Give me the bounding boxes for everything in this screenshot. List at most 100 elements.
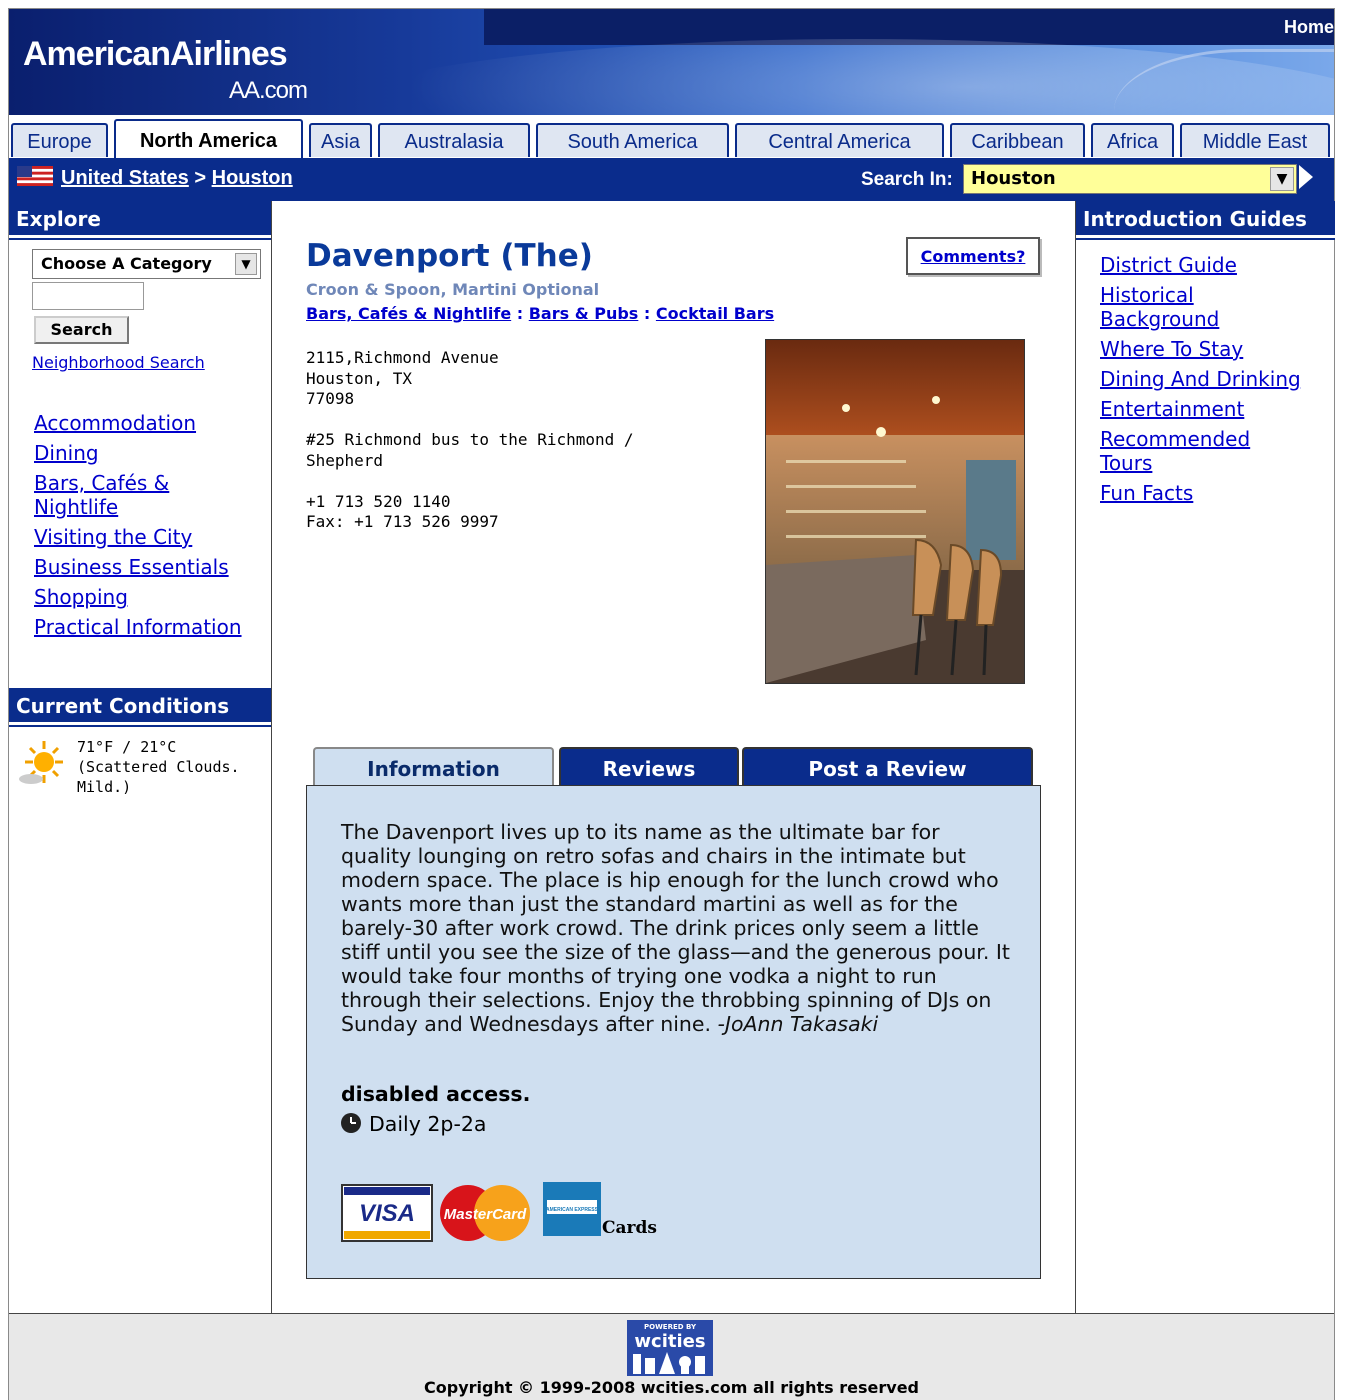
category-link-bars-pubs[interactable]: Bars & Pubs bbox=[529, 304, 639, 323]
breadcrumb-bar: United States > Houston Search In: Houst… bbox=[9, 158, 1334, 201]
transport-line: #25 Richmond bus to the Richmond / bbox=[306, 430, 634, 449]
explore-link-dining[interactable]: Dining bbox=[34, 441, 269, 465]
opening-hours: Daily 2p-2a bbox=[341, 1112, 486, 1136]
amex-card-icon: AMERICAN EXPRESS bbox=[543, 1182, 601, 1236]
weather-text: 71°F / 21°C (Scattered Clouds. Mild.) bbox=[77, 737, 240, 797]
american-airlines-logo[interactable]: AmericanAirlines bbox=[23, 35, 288, 74]
tab-north-america[interactable]: North America bbox=[114, 119, 303, 158]
visa-card-icon: VISA bbox=[341, 1184, 433, 1242]
visa-text: VISA bbox=[359, 1200, 415, 1227]
copyright-text: Copyright © 1999-2008 wcities.com all ri… bbox=[424, 1378, 919, 1397]
powered-by-text: POWERED BY bbox=[644, 1323, 697, 1331]
explore-link-shopping[interactable]: Shopping bbox=[34, 585, 269, 609]
chevron-down-icon[interactable]: ▼ bbox=[235, 253, 257, 275]
tab-africa[interactable]: Africa bbox=[1091, 123, 1174, 157]
disabled-access-note: disabled access. bbox=[341, 1082, 531, 1106]
footer: POWERED BY wcities Copyright © 1999-2008… bbox=[9, 1313, 1334, 1400]
wcities-logo[interactable]: POWERED BY wcities bbox=[627, 1320, 713, 1376]
description-text: The Davenport lives up to its name as th… bbox=[341, 820, 1010, 1036]
tab-south-america[interactable]: South America bbox=[536, 123, 729, 157]
site-header: AmericanAirlines AA.com Home bbox=[9, 9, 1334, 115]
venue-description: The Davenport lives up to its name as th… bbox=[341, 820, 1016, 1036]
venue-title: Davenport (The) bbox=[306, 238, 593, 274]
address-line: 77098 bbox=[306, 389, 355, 408]
venue-photo bbox=[765, 339, 1025, 684]
explore-link-practical[interactable]: Practical Information bbox=[34, 615, 269, 639]
information-panel: The Davenport lives up to its name as th… bbox=[306, 785, 1041, 1279]
tab-europe[interactable]: Europe bbox=[11, 123, 108, 157]
breadcrumb-city-link[interactable]: Houston bbox=[212, 167, 293, 189]
cards-label: Cards bbox=[602, 1218, 657, 1238]
mastercard-icon: MasterCard bbox=[440, 1185, 530, 1241]
search-button[interactable]: Search bbox=[34, 316, 129, 344]
breadcrumb-separator: > bbox=[194, 167, 207, 189]
weather-temp: 71°F / 21°C bbox=[77, 738, 177, 756]
wcities-text: wcities bbox=[634, 1331, 705, 1352]
neighborhood-search-link[interactable]: Neighborhood Search bbox=[32, 353, 205, 372]
search-in-value: Houston bbox=[971, 168, 1056, 189]
category-select[interactable]: Choose A Category ▼ bbox=[32, 249, 261, 279]
us-flag-icon bbox=[17, 166, 53, 186]
guide-link-where-to-stay[interactable]: Where To Stay bbox=[1100, 337, 1330, 361]
transport-line: Shepherd bbox=[306, 450, 384, 470]
home-link[interactable]: Home bbox=[1284, 17, 1334, 38]
tab-information[interactable]: Information bbox=[313, 747, 554, 789]
explore-link-bars[interactable]: Bars, Cafés & Nightlife bbox=[34, 471, 194, 519]
guide-link-entertainment[interactable]: Entertainment bbox=[1100, 397, 1330, 421]
guide-link-tours[interactable]: Recommended Tours bbox=[1100, 427, 1270, 475]
address-spacer bbox=[306, 410, 634, 431]
breadcrumb: United States > Houston bbox=[61, 167, 293, 190]
explore-links: Accommodation Dining Bars, Cafés & Night… bbox=[34, 411, 269, 645]
tab-reviews[interactable]: Reviews bbox=[559, 747, 739, 787]
fax-line: Fax: +1 713 526 9997 bbox=[306, 512, 499, 531]
category-select-value: Choose A Category bbox=[41, 254, 212, 273]
guide-link-historical[interactable]: Historical Background bbox=[1100, 283, 1240, 331]
bar-interior-image bbox=[766, 340, 1024, 683]
sun-cloud-icon bbox=[19, 741, 63, 784]
category-search-input[interactable] bbox=[32, 282, 144, 310]
tab-caribbean[interactable]: Caribbean bbox=[950, 123, 1085, 157]
guides-heading: Introduction Guides bbox=[1076, 201, 1335, 238]
left-sidebar: Explore Choose A Category ▼ Search Neigh… bbox=[9, 201, 272, 1313]
explore-link-accommodation[interactable]: Accommodation bbox=[34, 411, 269, 435]
category-separator: : bbox=[516, 304, 524, 323]
phone-line: +1 713 520 1140 bbox=[306, 491, 451, 511]
tab-central-america[interactable]: Central America bbox=[735, 123, 944, 157]
guide-link-district[interactable]: District Guide bbox=[1100, 253, 1330, 277]
go-arrow-icon[interactable] bbox=[1299, 165, 1313, 189]
review-author: -JoAnn Takasaki bbox=[717, 1012, 879, 1036]
aa-com-logo: AA.com bbox=[229, 77, 308, 104]
explore-link-visiting[interactable]: Visiting the City bbox=[34, 525, 269, 549]
hours-text: Daily 2p-2a bbox=[369, 1112, 487, 1136]
region-tabs: Europe North America Asia Australasia So… bbox=[9, 116, 1334, 158]
guide-link-fun-facts[interactable]: Fun Facts bbox=[1100, 481, 1330, 505]
tab-middle-east[interactable]: Middle East bbox=[1180, 123, 1330, 157]
weather-desc-2: Mild.) bbox=[77, 778, 132, 796]
chevron-down-icon[interactable]: ▼ bbox=[1270, 167, 1294, 191]
address-spacer bbox=[306, 471, 634, 492]
clock-icon bbox=[341, 1113, 361, 1133]
right-sidebar: Introduction Guides District Guide Histo… bbox=[1075, 201, 1335, 1313]
conditions-heading: Current Conditions bbox=[9, 688, 271, 725]
tab-australasia[interactable]: Australasia bbox=[378, 123, 530, 157]
guide-links: District Guide Historical Background Whe… bbox=[1100, 253, 1330, 511]
guide-link-dining[interactable]: Dining And Drinking bbox=[1100, 367, 1330, 391]
explore-link-business[interactable]: Business Essentials bbox=[34, 555, 269, 579]
amex-text: AMERICAN EXPRESS bbox=[546, 1207, 599, 1213]
category-link-cocktail-bars[interactable]: Cocktail Bars bbox=[656, 304, 774, 323]
breadcrumb-country-link[interactable]: United States bbox=[61, 167, 189, 189]
address-line: Houston, TX bbox=[306, 368, 412, 388]
category-separator: : bbox=[643, 304, 651, 323]
comments-link[interactable]: Comments? bbox=[921, 247, 1026, 266]
comments-button[interactable]: Comments? bbox=[906, 237, 1040, 275]
tab-post-review[interactable]: Post a Review bbox=[742, 747, 1033, 787]
mastercard-text: MasterCard bbox=[444, 1206, 527, 1223]
weather-desc-1: (Scattered Clouds. bbox=[77, 758, 240, 776]
conditions-section: Current Conditions bbox=[9, 688, 271, 725]
address-line: 2115,Richmond Avenue bbox=[306, 348, 499, 367]
search-in-select[interactable]: Houston ▼ bbox=[963, 164, 1297, 194]
explore-heading: Explore bbox=[9, 201, 271, 238]
venue-categories: Bars, Cafés & Nightlife : Bars & Pubs : … bbox=[306, 304, 774, 323]
tab-asia[interactable]: Asia bbox=[309, 123, 372, 157]
category-link-bars-cafes[interactable]: Bars, Cafés & Nightlife bbox=[306, 304, 511, 323]
